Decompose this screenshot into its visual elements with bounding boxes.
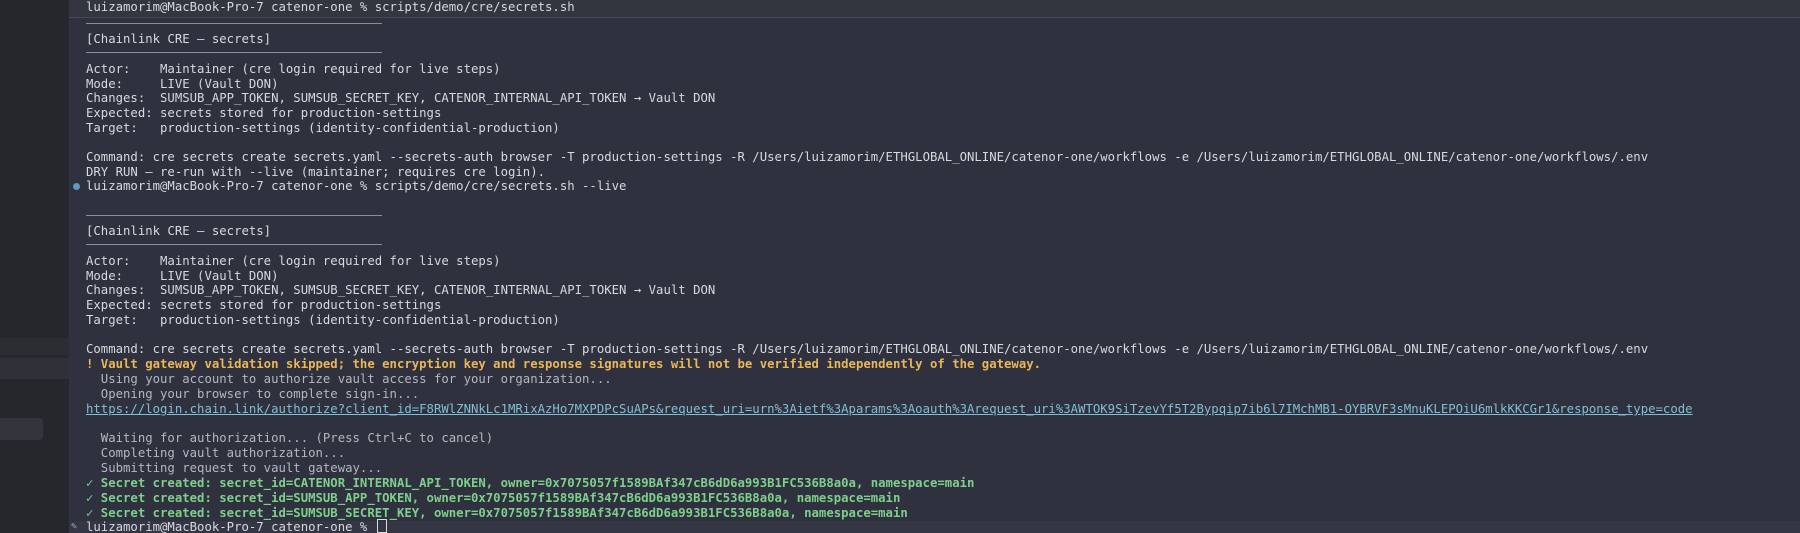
- divider: [86, 215, 382, 216]
- active-prompt[interactable]: luizamorim@MacBook-Pro-7 catenor-one %: [86, 519, 387, 533]
- prompt-text: luizamorim@MacBook-Pro-7 catenor-one %: [86, 520, 375, 533]
- status-line: Using your account to authorize vault ac…: [86, 372, 612, 386]
- actor-line: Actor: Maintainer (cre login required fo…: [86, 62, 501, 76]
- success-line: ✓ Secret created: secret_id=SUMSUB_APP_T…: [86, 491, 901, 505]
- expected-line: Expected: secrets stored for production-…: [86, 298, 442, 312]
- divider: [86, 52, 382, 53]
- changes-line: Changes: SUMSUB_APP_TOKEN, SUMSUB_SECRET…: [86, 283, 716, 297]
- auth-link[interactable]: https://login.chain.link/authorize?clien…: [86, 402, 1693, 417]
- terminal-window: luizamorim@MacBook-Pro-7 catenor-one % s…: [0, 0, 1800, 533]
- warning-line: ! Vault gateway validation skipped; the …: [86, 357, 1042, 371]
- section-header: [Chainlink CRE – secrets]: [86, 32, 272, 46]
- expected-line: Expected: secrets stored for production-…: [86, 106, 442, 120]
- target-line: Target: production-settings (identity-co…: [86, 313, 560, 327]
- changes-line: Changes: SUMSUB_APP_TOKEN, SUMSUB_SECRET…: [86, 91, 716, 105]
- side-panel-item[interactable]: [0, 418, 43, 440]
- target-line: Target: production-settings (identity-co…: [86, 121, 560, 135]
- divider: [86, 23, 382, 24]
- side-panel-item[interactable]: [0, 338, 69, 355]
- prompt-line: luizamorim@MacBook-Pro-7 catenor-one % s…: [86, 179, 627, 193]
- status-line: Waiting for authorization... (Press Ctrl…: [86, 431, 494, 445]
- command-line: Command: cre secrets create secrets.yaml…: [86, 342, 1649, 356]
- side-panel-item[interactable]: [0, 358, 69, 379]
- command-line: Command: cre secrets create secrets.yaml…: [86, 150, 1649, 164]
- status-line: Submitting request to vault gateway...: [86, 461, 383, 475]
- mode-line: Mode: LIVE (Vault DON): [86, 269, 279, 283]
- prompt-line: luizamorim@MacBook-Pro-7 catenor-one % s…: [86, 0, 575, 14]
- status-line: Completing vault authorization...: [86, 446, 346, 460]
- section-header: [Chainlink CRE – secrets]: [86, 224, 272, 238]
- success-line: ✓ Secret created: secret_id=CATENOR_INTE…: [86, 476, 975, 490]
- dry-run-line: DRY RUN – re-run with --live (maintainer…: [86, 165, 546, 179]
- divider: [86, 244, 382, 245]
- actor-line: Actor: Maintainer (cre login required fo…: [86, 254, 501, 268]
- side-panel: [0, 0, 69, 533]
- status-line: Opening your browser to complete sign-in…: [86, 387, 420, 401]
- prompt-marker-icon: ✎: [71, 521, 78, 532]
- command-marker-icon[interactable]: [73, 183, 80, 190]
- mode-line: Mode: LIVE (Vault DON): [86, 77, 279, 91]
- cursor: [376, 519, 387, 533]
